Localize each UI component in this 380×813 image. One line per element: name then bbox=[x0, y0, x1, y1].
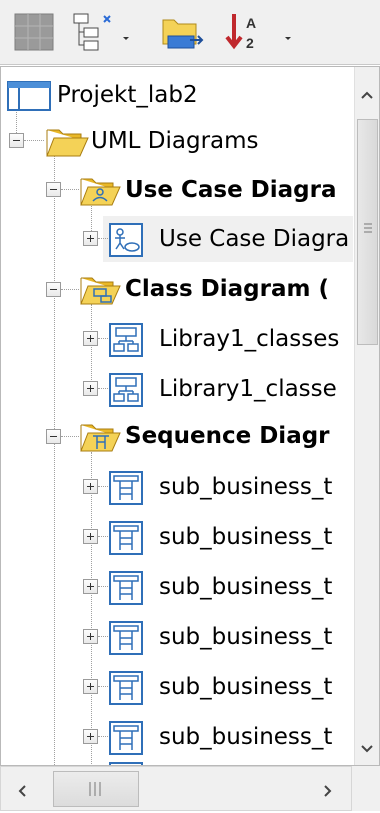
tree-node-label: Library1_classe bbox=[159, 376, 337, 402]
tree-node-sequence-item[interactable]: sub_business_t bbox=[103, 664, 353, 710]
project-tree-panel: Projekt_lab2 UML Diagrams Use Case Diagr… bbox=[0, 66, 380, 766]
sequence-diagram-icon bbox=[109, 621, 143, 659]
tree-node-label: Use Case Diagra bbox=[159, 226, 350, 252]
expand-toggle[interactable] bbox=[83, 231, 98, 246]
expand-toggle[interactable] bbox=[83, 331, 98, 346]
tree-node-label: sub_business_t bbox=[159, 474, 333, 500]
toolbar: A 2 bbox=[0, 0, 380, 65]
expand-toggle[interactable] bbox=[83, 381, 98, 396]
expand-toggle[interactable] bbox=[83, 629, 98, 644]
horizontal-scroll-thumb[interactable] bbox=[53, 771, 139, 807]
class-folder-icon bbox=[79, 274, 121, 310]
tree-node-label: sub_business_t bbox=[159, 624, 333, 650]
folder-move-icon[interactable] bbox=[160, 10, 206, 54]
sort-icon[interactable]: A 2 bbox=[222, 10, 268, 54]
use-case-diagram-icon bbox=[109, 223, 143, 261]
expand-toggle[interactable] bbox=[83, 479, 98, 494]
vertical-scroll-thumb[interactable] bbox=[357, 119, 378, 345]
class-diagram-icon bbox=[109, 323, 143, 361]
tree-node-label: Libray1_classes bbox=[159, 326, 340, 352]
scroll-left-icon[interactable] bbox=[17, 783, 27, 802]
sort-dropdown-icon[interactable] bbox=[282, 28, 294, 40]
horizontal-scrollbar[interactable] bbox=[0, 766, 352, 811]
tree-node-label: sub_business_t bbox=[159, 674, 333, 700]
expand-toggle[interactable] bbox=[83, 679, 98, 694]
folder-open-icon bbox=[45, 126, 89, 162]
scroll-up-icon[interactable] bbox=[360, 85, 374, 104]
tree-node-root[interactable]: Projekt_lab2 bbox=[1, 72, 353, 118]
project-tree: Projekt_lab2 UML Diagrams Use Case Diagr… bbox=[1, 67, 353, 765]
tree-view-dropdown-icon[interactable] bbox=[120, 28, 132, 40]
expand-toggle[interactable] bbox=[83, 529, 98, 544]
tree-node-sequence-item[interactable]: sub_business_t bbox=[103, 564, 353, 610]
class-diagram-icon bbox=[109, 373, 143, 411]
tree-node-sequence-item[interactable]: sub_business_t bbox=[103, 614, 353, 660]
expand-toggle[interactable] bbox=[83, 579, 98, 594]
tree-node-label: UML Diagrams bbox=[91, 128, 259, 154]
tree-node-use-case-group[interactable]: Use Case Diagra bbox=[1, 167, 353, 213]
sequence-folder-icon bbox=[79, 421, 121, 457]
tree-node-sequence-item[interactable]: sub_business_t bbox=[103, 464, 353, 510]
sequence-diagram-icon bbox=[109, 757, 143, 765]
tree-node-label: sub_business_t bbox=[159, 574, 333, 600]
scroll-down-icon[interactable] bbox=[360, 739, 374, 758]
tree-node-use-case-item[interactable]: Use Case Diagra bbox=[103, 216, 353, 262]
tree-node-label: Projekt_lab2 bbox=[57, 82, 198, 108]
svg-text:A: A bbox=[246, 15, 256, 31]
grid-icon[interactable] bbox=[12, 10, 58, 54]
sequence-diagram-icon bbox=[109, 521, 143, 559]
tree-node-class-item[interactable]: Library1_classe bbox=[103, 366, 353, 412]
tree-node-label: sub_business_t bbox=[159, 524, 333, 550]
tree-node-label: Use Case Diagra bbox=[125, 177, 337, 203]
vertical-scrollbar[interactable] bbox=[354, 67, 379, 765]
use-case-folder-icon bbox=[79, 175, 121, 211]
tree-view-icon[interactable] bbox=[70, 10, 116, 54]
tree-node-label: sub_business_t bbox=[159, 724, 333, 750]
expand-toggle[interactable] bbox=[83, 729, 98, 744]
scrollbar-corner bbox=[352, 766, 380, 811]
tree-node-label: Class Diagram ( bbox=[125, 276, 329, 302]
sequence-diagram-icon bbox=[109, 571, 143, 609]
tree-node-label: Sequence Diagr bbox=[125, 423, 330, 449]
svg-text:2: 2 bbox=[246, 35, 254, 51]
scroll-right-icon[interactable] bbox=[323, 783, 333, 802]
sequence-diagram-icon bbox=[109, 721, 143, 759]
tree-node-sequence-group[interactable]: Sequence Diagr bbox=[1, 413, 353, 459]
tree-node-sequence-item[interactable]: sub_business_t bbox=[103, 714, 353, 760]
sequence-diagram-icon bbox=[109, 671, 143, 709]
tree-node-class-item[interactable]: Libray1_classes bbox=[103, 316, 353, 362]
project-icon bbox=[7, 81, 51, 115]
tree-node-uml-diagrams[interactable]: UML Diagrams bbox=[1, 118, 353, 164]
tree-node-sequence-item[interactable]: sub_business_t bbox=[103, 514, 353, 560]
tree-node-class-group[interactable]: Class Diagram ( bbox=[1, 266, 353, 312]
sequence-diagram-icon bbox=[109, 471, 143, 509]
